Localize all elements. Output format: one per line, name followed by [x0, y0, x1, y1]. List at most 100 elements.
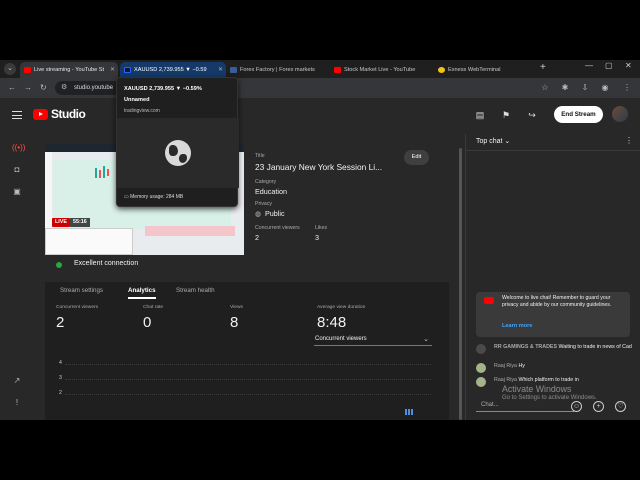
message-text: Hy: [518, 363, 525, 369]
downloads-icon[interactable]: ⇩: [580, 83, 590, 93]
message-author: Raaj Riya: [494, 363, 517, 369]
tab-search-icon[interactable]: ⌄: [4, 63, 16, 75]
tab-analytics[interactable]: Analytics: [128, 282, 156, 299]
tab-label: Live streaming - YouTube St: [34, 67, 105, 73]
dashboard-icon[interactable]: ▤: [474, 109, 486, 121]
close-tab-icon[interactable]: ✕: [218, 62, 223, 78]
screen: ⌄ Live streaming - YouTube St ✕ XAUUSD 2…: [0, 60, 640, 420]
youtube-favicon-icon: [24, 67, 31, 73]
site-info-icon[interactable]: ⚙: [61, 81, 67, 95]
hover-card-domain: tradingview.com: [124, 108, 160, 114]
concurrent-label: Concurrent viewers: [255, 225, 300, 231]
tab-youtube-studio[interactable]: Live streaming - YouTube St ✕: [20, 62, 118, 78]
profile-icon[interactable]: ◉: [600, 83, 610, 93]
youtube-logo-icon[interactable]: [33, 109, 48, 120]
live-badge: LIVE: [52, 218, 70, 227]
chat-mode-label: Top chat: [476, 138, 503, 145]
y-tick-label: 3: [59, 375, 62, 381]
browser-tab-strip: ⌄ Live streaming - YouTube St ✕ XAUUSD 2…: [0, 60, 640, 78]
memory-icon: ▭: [124, 194, 129, 200]
avatar: [476, 363, 486, 373]
maximize-icon[interactable]: ▢: [605, 61, 613, 70]
back-icon[interactable]: ←: [8, 83, 16, 92]
chat-mode-dropdown[interactable]: Top chat ⌄: [476, 137, 510, 145]
tab-label: Exness WebTerminal: [448, 67, 501, 73]
avatar: [476, 344, 486, 354]
tab-stock-market-live[interactable]: Stock Market Live - YouTube: [330, 62, 432, 78]
gridline: [65, 379, 431, 380]
end-stream-button[interactable]: End Stream: [554, 106, 603, 123]
forward-icon[interactable]: →: [24, 83, 32, 92]
new-tab-icon[interactable]: +: [540, 62, 546, 73]
share-icon[interactable]: ↪: [526, 109, 538, 121]
tab-stream-settings[interactable]: Stream settings: [60, 282, 103, 299]
open-external-icon[interactable]: ↗: [12, 376, 22, 386]
category-value: Education: [255, 187, 287, 196]
chat-divider: [466, 150, 640, 151]
emoji-icon[interactable]: ☺: [571, 401, 582, 412]
tab-hover-card: XAUUSD 2,739.955 ▼ −0.59% Unnamed tradin…: [116, 77, 239, 207]
feedback-icon[interactable]: !: [12, 398, 22, 408]
tab-label: XAUUSD 2,739.955 ▼ −0.59: [134, 67, 207, 73]
extensions-icon[interactable]: ✱: [560, 83, 570, 93]
metric-dropdown[interactable]: Concurrent viewers ⌄: [314, 333, 432, 346]
stat-label: Average view duration: [317, 305, 366, 310]
message-text: Waiting to trade in news of Cad: [558, 344, 632, 350]
reload-icon[interactable]: ↻: [40, 83, 47, 92]
stat-value: 8: [230, 314, 239, 331]
close-window-icon[interactable]: ✕: [625, 61, 632, 70]
tab-tradingview[interactable]: XAUUSD 2,739.955 ▼ −0.59 ✕: [120, 62, 226, 78]
tab-stream-health[interactable]: Stream health: [176, 282, 215, 299]
title-label: Title: [255, 153, 265, 159]
chevron-down-icon: ⌄: [504, 138, 511, 145]
tab-label: Forex Factory | Forex markets: [240, 67, 315, 73]
elapsed-time: 55:16: [70, 218, 90, 227]
webcam-icon[interactable]: ◘: [12, 165, 22, 175]
stream-title: 23 January New York Session Li...: [255, 162, 383, 172]
chat-input[interactable]: Chat...: [476, 398, 574, 412]
edit-button[interactable]: Edit: [404, 150, 429, 165]
connection-status-icon: [56, 262, 62, 268]
bookmark-icon[interactable]: ⚑: [500, 109, 512, 121]
menu-icon[interactable]: [12, 111, 22, 119]
avatar[interactable]: [612, 106, 628, 122]
minimize-icon[interactable]: —: [585, 61, 593, 70]
hover-card-preview: [117, 118, 239, 188]
studio-header: Studio ▤ ⚑ ↪ End Stream: [0, 98, 640, 134]
hover-card-title: XAUUSD 2,739.955 ▼ −0.59%: [124, 86, 202, 92]
connection-status: Excellent connection: [74, 260, 139, 267]
stat-label: Views: [230, 305, 243, 310]
chart-bar: [405, 409, 407, 415]
tab-label: Stock Market Live - YouTube: [344, 67, 416, 73]
manage-icon[interactable]: ▣: [12, 187, 22, 197]
more-options-icon[interactable]: ⋮: [625, 136, 633, 145]
chevron-down-icon: ⌄: [423, 336, 429, 343]
tab-exness[interactable]: Exness WebTerminal: [434, 62, 536, 78]
likes-value: 3: [315, 233, 319, 242]
browser-menu-icon[interactable]: ⋮: [622, 83, 632, 93]
chat-welcome-banner: Welcome to live chat! Remember to guard …: [476, 292, 630, 337]
likes-label: Likes: [315, 225, 328, 231]
learn-more-link[interactable]: Learn more: [502, 323, 532, 329]
stat-value: 0: [143, 314, 152, 331]
heart-icon[interactable]: ♡: [615, 401, 626, 412]
main-scrollbar[interactable]: [459, 148, 462, 420]
add-icon[interactable]: +: [593, 401, 604, 412]
exness-favicon-icon: [438, 67, 445, 73]
close-tab-icon[interactable]: ✕: [110, 62, 115, 78]
browser-toolbar: ← → ↻ ⚙ studio.youtube ☆ ✱ ⇩ ◉ ⋮: [0, 78, 640, 98]
preview-bottom-panel: [45, 228, 133, 255]
y-tick-label: 4: [59, 360, 62, 366]
memory-text: Memory usage: 284 MB: [130, 194, 184, 200]
live-stream-icon[interactable]: ((•)): [12, 143, 25, 153]
bookmark-star-icon[interactable]: ☆: [540, 83, 550, 93]
gridline: [65, 394, 431, 395]
category-label: Category: [255, 179, 277, 185]
youtube-logo-icon: [484, 297, 494, 304]
tab-forex-factory[interactable]: Forex Factory | Forex markets: [226, 62, 328, 78]
chart-bar: [411, 409, 413, 415]
message-author: Raaj Riya: [494, 377, 517, 383]
studio-brand[interactable]: Studio: [51, 107, 86, 121]
message-author: RR GAMINGS & TRADES: [494, 344, 557, 350]
globe-icon: [165, 140, 191, 166]
